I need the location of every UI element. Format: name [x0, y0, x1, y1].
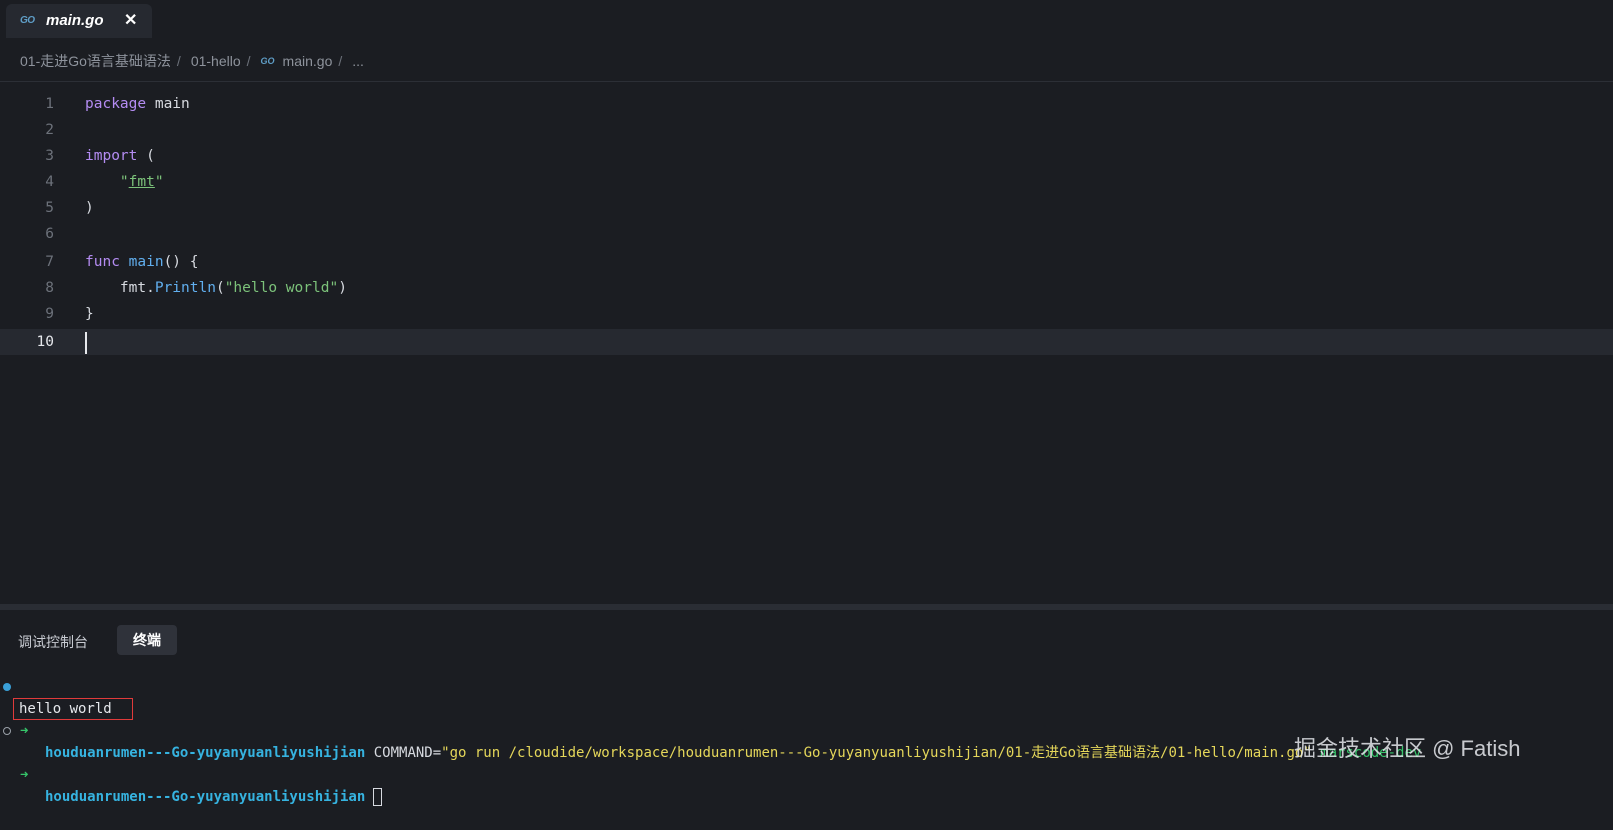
line-number: 4 [45, 174, 54, 190]
code-line[interactable]: 1 package main [0, 91, 1613, 117]
code-line[interactable]: 7 func main() { [0, 249, 1613, 275]
breadcrumb-item-more[interactable]: ... [352, 53, 364, 69]
line-number: 9 [45, 306, 54, 322]
breadcrumb-separator: / [246, 53, 251, 69]
line-number: 3 [45, 148, 54, 164]
tab-terminal[interactable]: 终端 [117, 625, 177, 655]
code-line[interactable]: 4 "fmt" [0, 169, 1613, 195]
tab-label: main.go [46, 12, 104, 29]
line-number: 8 [45, 280, 54, 296]
line-number: 2 [45, 122, 54, 138]
punctuation: () { [163, 254, 199, 270]
punctuation: } [85, 306, 94, 322]
code-line[interactable]: 9 } [0, 301, 1613, 327]
terminal-line: ➜ houduanrumen---Go-yuyanyuanliyushijian [0, 720, 383, 806]
breadcrumb-item-subfolder[interactable]: 01-hello [191, 53, 241, 69]
command-text: COMMAND= [365, 745, 442, 761]
prompt-directory: houduanrumen---Go-yuyanyuanliyushijian [45, 745, 366, 761]
line-number: 10 [36, 334, 54, 350]
tab-main-go[interactable]: GO main.go ✕ [6, 4, 152, 38]
punctuation: ) [85, 200, 94, 216]
text-cursor [85, 332, 87, 354]
code-editor[interactable]: 1 package main 2 3 import ( 4 "fmt" 5 ) … [0, 90, 1613, 600]
line-number: 5 [45, 200, 54, 216]
breadcrumb-separator: / [338, 53, 343, 69]
code-line[interactable]: 2 [0, 117, 1613, 143]
close-icon[interactable]: ✕ [124, 10, 137, 30]
prompt-directory: houduanrumen---Go-yuyanyuanliyushijian [45, 789, 366, 805]
punctuation: ) [338, 280, 347, 296]
line-number: 1 [45, 96, 54, 112]
function-name: main [128, 254, 164, 270]
breadcrumb-item-folder[interactable]: 01-走进Go语言基础语法 [20, 51, 171, 71]
code-line[interactable]: 8 fmt.Println("hello world") [0, 275, 1613, 301]
keyword: package [85, 96, 147, 112]
breadcrumb: 01-走进Go语言基础语法 / 01-hello / GO main.go / … [20, 50, 364, 72]
keyword: import [85, 148, 138, 164]
terminal-cursor [373, 788, 383, 806]
bottom-panel: 调试控制台 终端 ➜ houduanrumen---Go-yuyanyuanli… [0, 610, 1613, 806]
line-number: 7 [45, 254, 54, 270]
command-status-icon [3, 727, 11, 735]
string-quote: " [119, 174, 129, 190]
go-file-icon: GO [20, 15, 35, 26]
package-ref: fmt. [119, 280, 155, 296]
command-status-icon [3, 683, 11, 691]
code-line[interactable]: 3 import ( [0, 143, 1613, 169]
tab-debug-console[interactable]: 调试控制台 [18, 632, 88, 652]
go-file-icon: GO [260, 56, 275, 66]
code-line-active[interactable]: 10 [0, 329, 1613, 355]
terminal-output: hello world [19, 701, 112, 717]
string-literal: "hello world" [224, 280, 339, 296]
terminal-line: ➜ houduanrumen---Go-yuyanyuanliyushijian… [0, 676, 1421, 761]
breadcrumb-item-file[interactable]: main.go [283, 53, 333, 69]
package-name: main [146, 96, 190, 112]
editor-tab-bar: GO main.go ✕ [0, 0, 1613, 40]
line-number: 6 [45, 226, 54, 242]
breadcrumb-divider [0, 81, 1613, 82]
string-quote: " [154, 174, 164, 190]
watermark: 掘金技术社区 @ Fatish [1294, 736, 1521, 761]
keyword: func [85, 254, 120, 270]
punctuation: ( [137, 148, 155, 164]
punctuation: ( [215, 280, 225, 296]
command-string: "go run /cloudide/workspace/houduanrumen… [441, 745, 1312, 761]
function-call: Println [154, 280, 216, 296]
code-line[interactable]: 5 ) [0, 195, 1613, 221]
prompt-arrow-icon: ➜ [20, 767, 29, 783]
import-string: fmt [128, 174, 155, 190]
breadcrumb-separator: / [176, 53, 181, 69]
code-line[interactable]: 6 [0, 221, 1613, 247]
